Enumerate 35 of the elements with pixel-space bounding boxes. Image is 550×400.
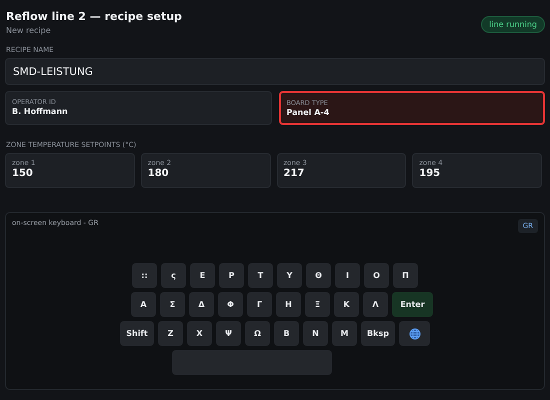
key[interactable]: Α — [131, 292, 156, 317]
key[interactable]: ς — [161, 263, 186, 288]
key[interactable]: Ι — [335, 263, 360, 288]
key[interactable]: Χ — [187, 321, 212, 346]
key[interactable]: Ψ — [216, 321, 241, 346]
recipe-name-field[interactable]: SMD-LEISTUNG — [5, 58, 545, 85]
key[interactable]: Ο — [364, 263, 389, 288]
key[interactable]: Bksp — [361, 321, 395, 346]
key[interactable]: :: — [132, 263, 157, 288]
key[interactable]: Κ — [334, 292, 359, 317]
key[interactable]: Μ — [332, 321, 357, 346]
key[interactable]: Ξ — [305, 292, 330, 317]
key[interactable]: Shift — [120, 321, 154, 346]
key[interactable]: Υ — [277, 263, 302, 288]
key[interactable]: Β — [274, 321, 299, 346]
status-badge: line running — [481, 16, 545, 33]
enter-key[interactable]: Enter — [392, 292, 433, 317]
key[interactable]: Δ — [189, 292, 214, 317]
key[interactable]: Φ — [218, 292, 243, 317]
page-title: Reflow line 2 — recipe setup — [6, 10, 182, 23]
key[interactable]: Η — [276, 292, 301, 317]
page-subtitle: New recipe — [6, 26, 52, 35]
key[interactable]: Π — [393, 263, 418, 288]
key[interactable]: Θ — [306, 263, 331, 288]
key[interactable]: Ω — [245, 321, 270, 346]
key[interactable]: Ε — [190, 263, 215, 288]
key[interactable]: Γ — [247, 292, 272, 317]
key[interactable]: Τ — [248, 263, 273, 288]
key[interactable]: Ζ — [158, 321, 183, 346]
key[interactable]: Σ — [160, 292, 185, 317]
language-key[interactable] — [399, 321, 430, 346]
globe-icon — [408, 328, 420, 340]
key[interactable]: Λ — [363, 292, 388, 317]
key[interactable]: Ν — [303, 321, 328, 346]
key[interactable]: Ρ — [219, 263, 244, 288]
